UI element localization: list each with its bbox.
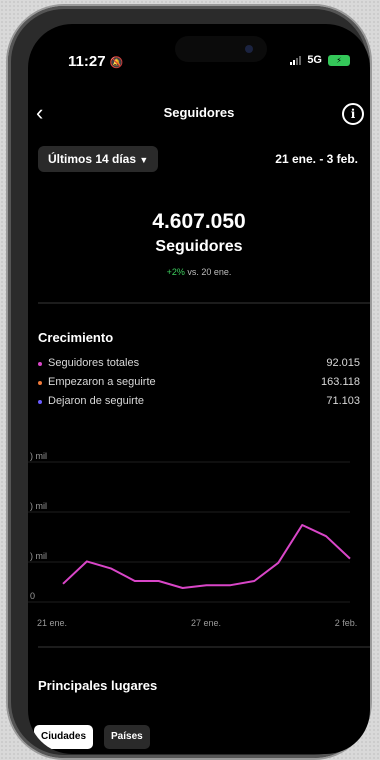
- bell-slash-icon: 🔕: [109, 57, 124, 69]
- battery-charging-icon: ⚡: [328, 54, 350, 66]
- network-label: 5G: [307, 54, 322, 66]
- delta-suffix: vs. 20 ene.: [187, 267, 232, 277]
- nav-bar: ‹ Seguidores i: [28, 102, 370, 126]
- legend-dot: [38, 400, 42, 404]
- x-tick-label: 21 ene.: [37, 618, 67, 628]
- legend-started-following: Empezaron a seguirte 163.118: [38, 376, 360, 392]
- signal-icon: [290, 55, 302, 65]
- divider: [38, 302, 370, 304]
- delta-percent: +2%: [166, 267, 185, 277]
- date-range-dropdown[interactable]: Últimos 14 días ▼: [38, 146, 159, 172]
- y-tick-label: 0: [30, 591, 35, 601]
- dynamic-island: [175, 36, 267, 62]
- date-range-text: 21 ene. - 3 feb.: [275, 152, 358, 166]
- follower-delta: +2% vs. 20 ene.: [28, 267, 370, 277]
- y-tick-label: ) mil: [30, 551, 47, 561]
- y-tick-label: ) mil: [30, 501, 47, 511]
- status-time: 11:27 🔕: [68, 53, 124, 70]
- growth-line-chart[interactable]: ) mil ) mil ) mil 0 21 ene. 27 ene. 2 feb.: [28, 452, 370, 642]
- legend-value: 71.103: [326, 395, 360, 407]
- y-tick-label: ) mil: [30, 452, 47, 461]
- tab-cities[interactable]: Ciudades: [34, 725, 94, 749]
- info-icon[interactable]: i: [342, 103, 364, 125]
- camera-icon: [245, 45, 253, 53]
- legend-label: Seguidores totales: [48, 357, 140, 369]
- phone-frame: 11:27 🔕 5G ⚡ ‹ Seguidores i Últimos 14 d…: [8, 6, 370, 758]
- divider: [38, 646, 370, 648]
- places-title: Principales lugares: [38, 678, 158, 693]
- legend-dot: [38, 362, 42, 366]
- status-indicators: 5G ⚡: [290, 54, 350, 66]
- legend-unfollowed: Dejaron de seguirte 71.103: [38, 395, 360, 411]
- chevron-down-icon: ▼: [139, 155, 149, 165]
- legend-total-followers: Seguidores totales 92.015: [38, 357, 360, 373]
- legend-dot: [38, 381, 42, 385]
- follower-label: Seguidores: [155, 238, 243, 255]
- legend-value: 163.118: [321, 376, 360, 388]
- legend-value: 92.015: [326, 357, 360, 369]
- page-title: Seguidores: [163, 105, 235, 120]
- follower-count: 4.607.050: [152, 210, 246, 233]
- series-line-total-followers: [62, 524, 351, 589]
- growth-title: Crecimiento: [38, 330, 114, 345]
- legend-label: Dejaron de seguirte: [48, 395, 145, 407]
- screen: 11:27 🔕 5G ⚡ ‹ Seguidores i Últimos 14 d…: [28, 24, 370, 754]
- x-tick-label: 2 feb.: [335, 618, 358, 628]
- legend-label: Empezaron a seguirte: [48, 376, 156, 388]
- x-tick-label: 27 ene.: [191, 618, 221, 628]
- tab-countries[interactable]: Países: [104, 725, 150, 749]
- date-range-label: Últimos 14 días: [48, 152, 137, 166]
